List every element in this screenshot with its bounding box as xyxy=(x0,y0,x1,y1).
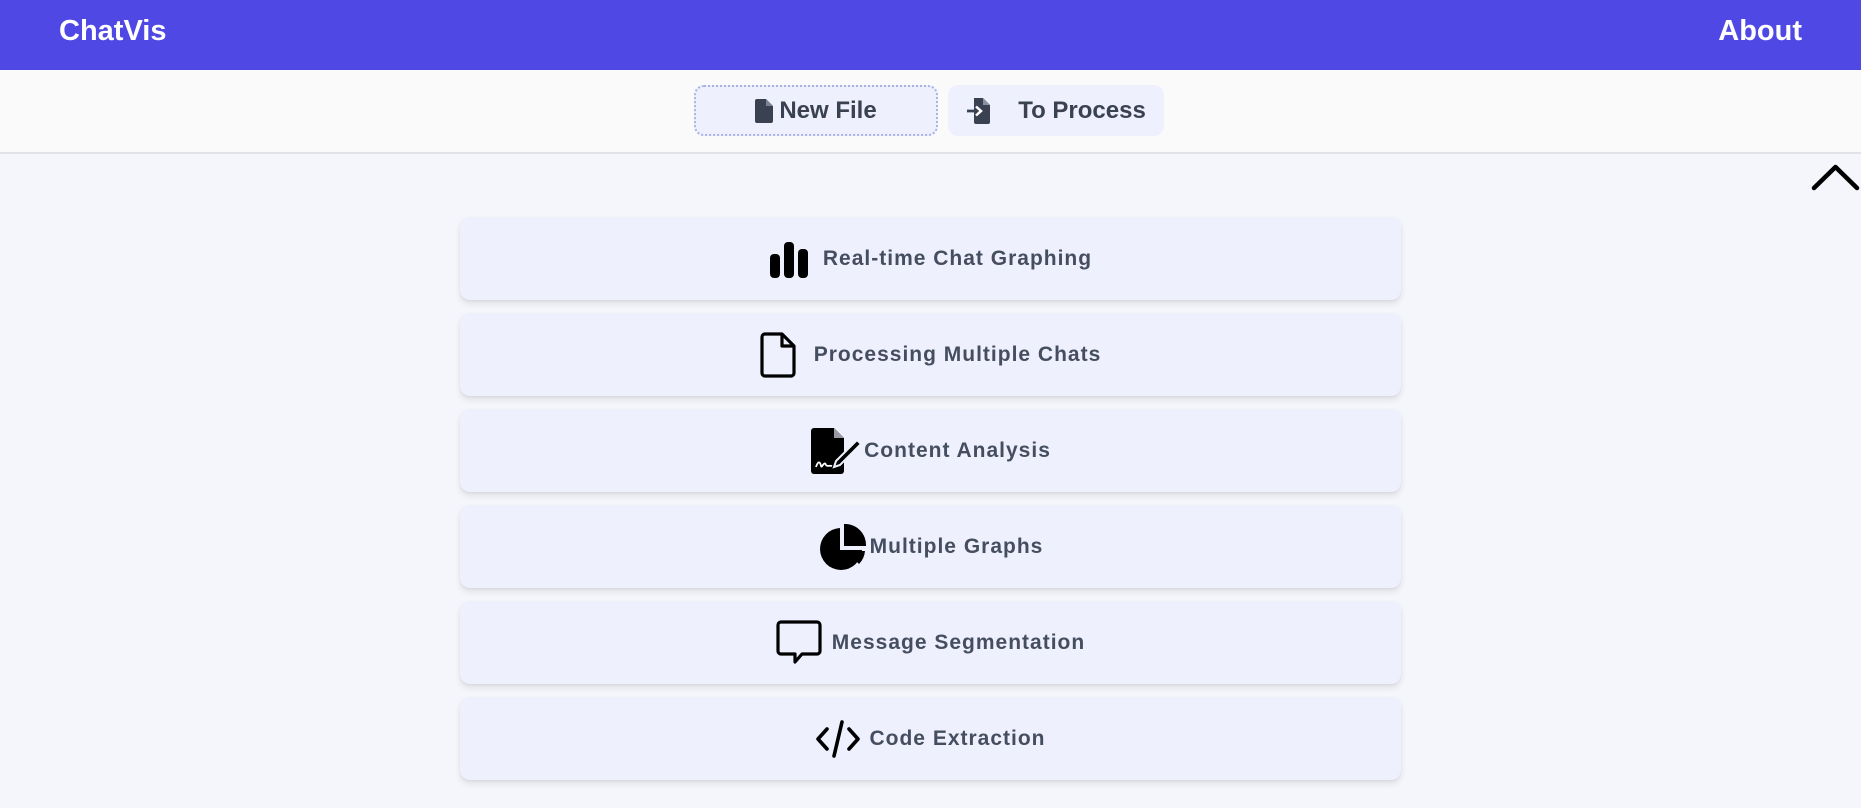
tab-bar: New File To Process xyxy=(0,70,1861,154)
tab-to-process-label: To Process xyxy=(1018,96,1146,124)
tab-to-process[interactable]: To Process xyxy=(948,85,1164,136)
chevron-up-icon xyxy=(1811,164,1860,191)
pie-chart-icon xyxy=(818,523,868,570)
feature-label: Real-time Chat Graphing xyxy=(822,246,1093,270)
feature-label: Content Analysis xyxy=(864,438,1051,462)
feature-label: Code Extraction xyxy=(869,726,1046,750)
top-navbar: ChatVis About xyxy=(0,0,1861,70)
bar-chart-icon xyxy=(769,239,809,279)
code-icon xyxy=(815,719,861,758)
brand-logo-link[interactable]: ChatVis xyxy=(59,15,166,48)
message-icon xyxy=(776,619,822,666)
file-import-icon xyxy=(966,97,1018,125)
file-signature-icon xyxy=(810,427,863,475)
feature-card-realtime-graphing[interactable]: Real-time Chat Graphing xyxy=(460,217,1401,300)
tab-new-file[interactable]: New File xyxy=(694,85,938,136)
feature-label: Message Segmentation xyxy=(831,630,1086,654)
collapse-button[interactable] xyxy=(1810,160,1861,194)
about-link[interactable]: About xyxy=(1718,15,1802,48)
file-icon xyxy=(755,98,779,123)
feature-label: Processing Multiple Chats xyxy=(813,342,1102,366)
feature-label: Multiple Graphs xyxy=(869,534,1044,558)
feature-card-content-analysis[interactable]: Content Analysis xyxy=(460,409,1401,492)
feature-card-message-segmentation[interactable]: Message Segmentation xyxy=(460,601,1401,684)
document-icon xyxy=(760,331,796,378)
feature-card-multiple-chats[interactable]: Processing Multiple Chats xyxy=(460,313,1401,396)
feature-card-code-extraction[interactable]: Code Extraction xyxy=(460,697,1401,780)
tab-new-file-label: New File xyxy=(779,96,877,124)
feature-card-multiple-graphs[interactable]: Multiple Graphs xyxy=(460,505,1401,588)
